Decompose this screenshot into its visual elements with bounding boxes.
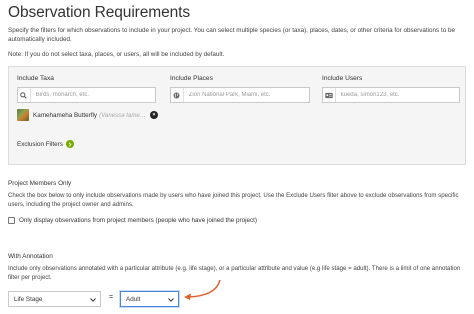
chevron-right-icon (65, 140, 74, 148)
taxa-input[interactable] (30, 92, 155, 98)
users-field[interactable] (322, 87, 460, 103)
include-users-label: Include Users (322, 75, 363, 82)
annotation-heading: With Annotation (8, 253, 53, 260)
annotation-value-select[interactable]: Adult (120, 291, 179, 307)
places-input[interactable] (183, 92, 309, 98)
default-note: Note: If you do not select taxa, places,… (8, 51, 225, 58)
search-icon (18, 88, 31, 102)
annotation-description: Include only observations annotated with… (8, 265, 461, 282)
taxa-field[interactable] (17, 87, 156, 103)
taxon-scientific-name: (Vanessa tame… (99, 111, 146, 119)
attribute-selected-value: Life Stage (14, 295, 43, 303)
globe-icon (171, 88, 184, 102)
selected-taxon-chip: Kamehameha Butterfly (Vanessa tame… × (17, 109, 158, 121)
equals-sign: = (109, 294, 114, 301)
members-description: Check the box below to only include obse… (8, 192, 459, 209)
users-input[interactable] (335, 92, 459, 98)
chevron-down-icon (90, 297, 96, 304)
intro-text: Specify the filters for which observatio… (8, 27, 455, 44)
page-title: Observation Requirements (8, 4, 190, 21)
id-card-icon (323, 88, 336, 102)
chevron-down-icon (168, 297, 174, 304)
callout-arrow (184, 279, 221, 300)
value-selected-value: Adult (126, 295, 141, 303)
exclusion-filters-toggle[interactable]: Exclusion Filters (17, 140, 74, 148)
members-only-label: Only display observations from project m… (19, 217, 257, 224)
taxon-thumbnail (17, 109, 29, 121)
include-places-label: Include Places (170, 75, 213, 82)
members-only-option[interactable]: Only display observations from project m… (8, 217, 257, 224)
members-heading: Project Members Only (8, 180, 72, 187)
filter-panel: Include Taxa Include Places Include User… (8, 66, 466, 165)
include-taxa-label: Include Taxa (17, 75, 54, 82)
annotation-attribute-select[interactable]: Life Stage (8, 291, 101, 307)
close-icon[interactable]: × (149, 111, 158, 119)
places-field[interactable] (170, 87, 310, 103)
taxon-common-name: Kamehameha Butterfly (33, 111, 98, 119)
members-only-checkbox[interactable] (8, 217, 15, 224)
exclusion-filters-label: Exclusion Filters (17, 140, 63, 148)
